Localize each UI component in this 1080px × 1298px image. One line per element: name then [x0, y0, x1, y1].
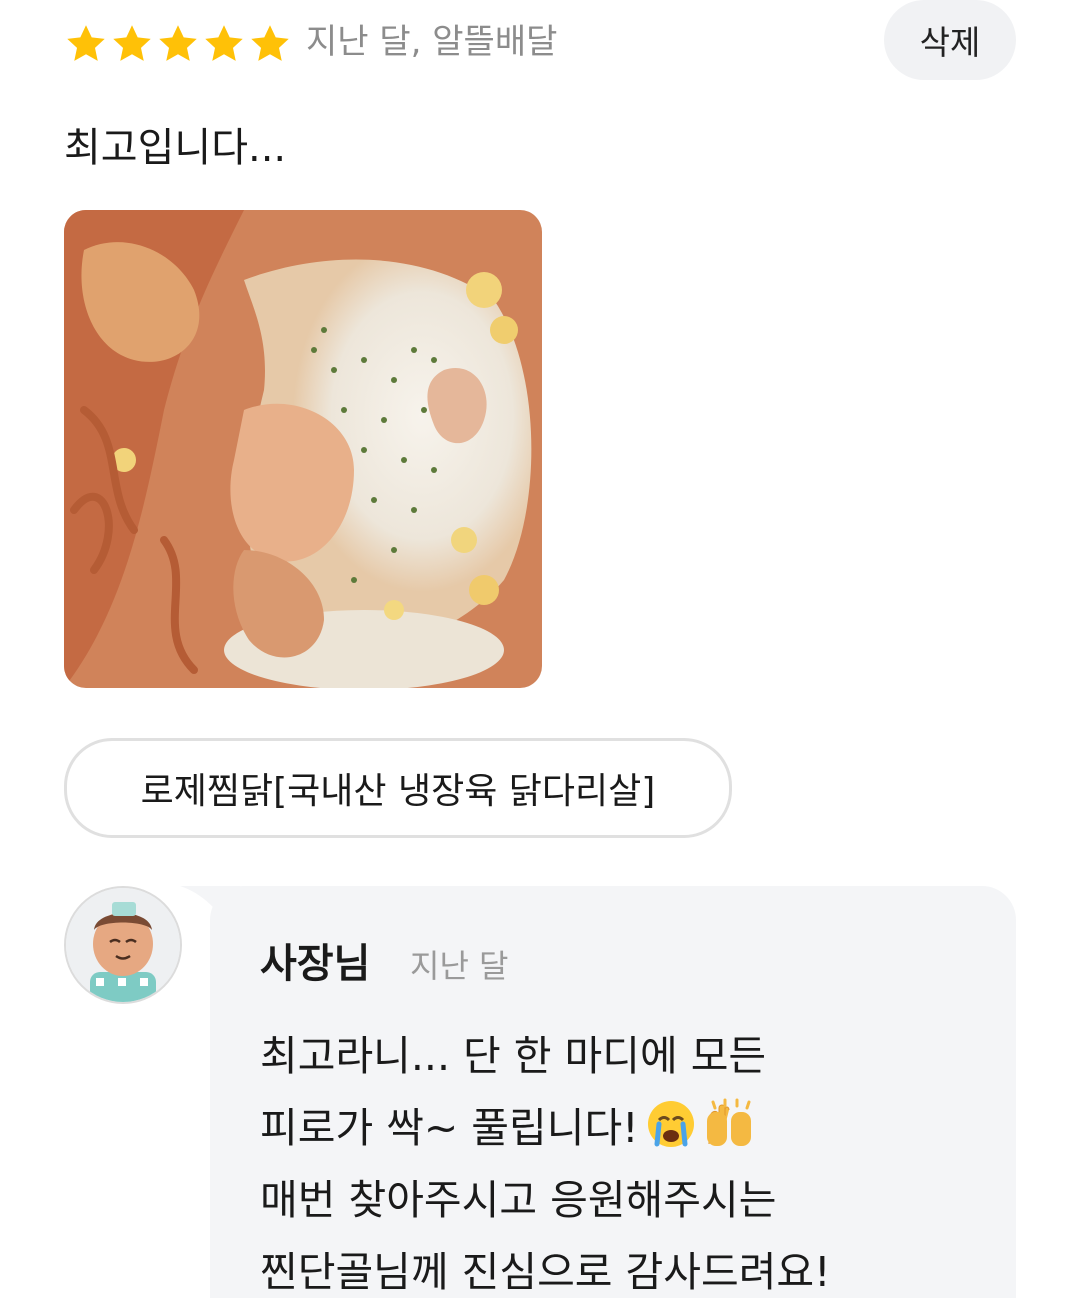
- reply-line: 최고라니... 단 한 마디에 모든: [260, 1032, 767, 1080]
- star-icon: [110, 22, 154, 66]
- review-meta: 지난 달, 알뜰배달: [306, 22, 558, 62]
- star-icon: [202, 22, 246, 66]
- reply-line: 피로가 싹~ 풀립니다!: [260, 1104, 639, 1152]
- star-icon: [64, 22, 108, 66]
- reply-line-with-emoji: 피로가 싹~ 풀립니다!: [260, 1092, 1000, 1164]
- menu-item-chip[interactable]: 로제찜닭[국내산 냉장육 닭다리살]: [64, 738, 732, 838]
- crying-face-icon: [645, 1098, 697, 1150]
- raising-hands-icon: [703, 1098, 755, 1150]
- reply-line: 매번 찾아주시고 응원해주시는: [260, 1176, 777, 1224]
- star-rating: [64, 22, 292, 66]
- star-icon: [248, 22, 292, 66]
- bubble-tail: [180, 886, 240, 946]
- review-photo[interactable]: [64, 210, 542, 688]
- owner-avatar: [64, 886, 182, 1004]
- review-text: 최고입니다...: [64, 125, 287, 171]
- star-icon: [156, 22, 200, 66]
- delete-button[interactable]: 삭제: [884, 0, 1016, 80]
- review-card: 지난 달, 알뜰배달 삭제 최고입니다... 로제찜닭[국내산 냉장육 닭다리살…: [0, 0, 1080, 1298]
- reply-line: 찐단골님께 진심으로 감사드려요!: [260, 1248, 831, 1296]
- food-photo-icon: [64, 210, 542, 688]
- owner-reply-text: 최고라니... 단 한 마디에 모든 피로가 싹~ 풀립니다! 매번 찾아주시고…: [260, 1020, 1000, 1298]
- owner-reply-time: 지난 달: [410, 947, 509, 985]
- owner-name: 사장님: [260, 941, 371, 987]
